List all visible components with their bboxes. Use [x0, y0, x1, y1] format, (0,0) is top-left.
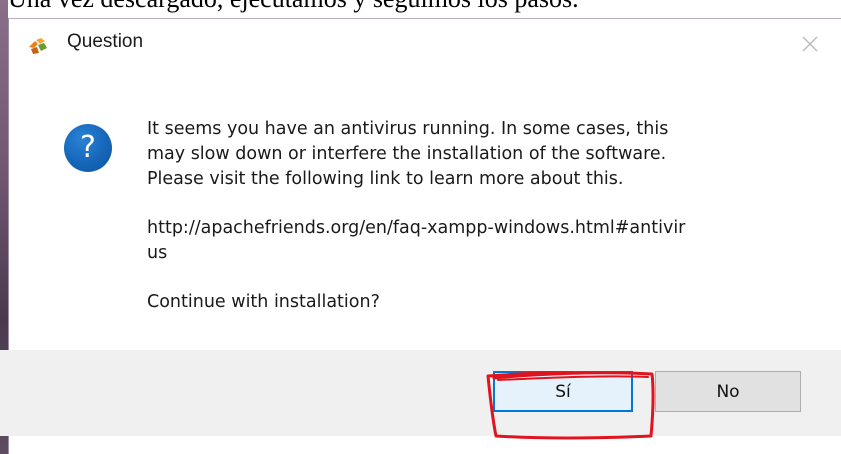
continue-prompt: Continue with installation?: [147, 292, 380, 312]
message-line: may slow down or interfere the installat…: [147, 144, 667, 164]
yes-button[interactable]: Sí: [493, 371, 633, 412]
message-line: It seems you have an antivirus running. …: [147, 119, 669, 139]
page-caption: Una vez descargado, ejecutamos y seguimo…: [8, 0, 768, 14]
screenshot-page: Una vez descargado, ejecutamos y seguimo…: [0, 0, 841, 454]
question-icon: ?: [64, 124, 112, 172]
no-button[interactable]: No: [655, 371, 801, 412]
faq-link-text-continued: us: [147, 243, 168, 263]
xampp-icon: [27, 35, 49, 55]
dialog-titlebar[interactable]: Question: [9, 19, 841, 71]
close-button[interactable]: [795, 29, 825, 59]
dialog-message: It seems you have an antivirus running. …: [147, 117, 807, 315]
message-line: Please visit the following link to learn…: [147, 169, 624, 189]
faq-link-text: http://apachefriends.org/en/faq-xampp-wi…: [147, 218, 686, 238]
dialog-title: Question: [67, 31, 144, 52]
close-icon: [802, 36, 818, 52]
